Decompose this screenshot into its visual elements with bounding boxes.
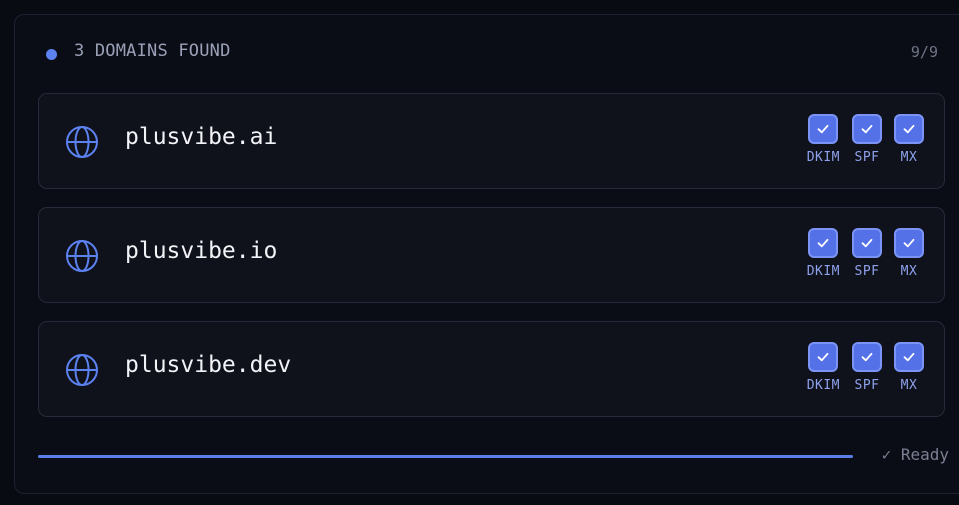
check-spf: SPF [852,114,882,165]
checkmark-icon [894,228,924,258]
checkmark-icon [808,114,839,144]
checkmark-icon [852,228,882,258]
domain-name: plusvibe.io [125,238,278,264]
check-label: DKIM [806,378,840,393]
check-mx: MX [894,114,924,165]
domains-found-title: 3 DOMAINS FOUND [74,41,231,61]
check-label: MX [900,264,918,279]
check-label: DKIM [806,264,840,279]
domain-name: plusvibe.ai [125,124,278,150]
progress-fill [38,455,853,458]
globe-icon [65,353,99,387]
record-checks: DKIM SPF MX [807,342,924,393]
check-spf: SPF [852,228,882,279]
domain-card[interactable]: plusvibe.io DKIM SPF MX [38,207,945,303]
progress-bar [38,455,853,458]
checkmark-icon [852,342,882,372]
domain-card[interactable]: plusvibe.dev DKIM SPF MX [38,321,945,417]
checkmark-icon [852,114,882,144]
check-label: SPF [854,378,880,393]
record-checks: DKIM SPF MX [807,228,924,279]
globe-icon [65,239,99,273]
checkmark-icon [808,228,839,258]
check-label: MX [900,378,918,393]
scan-footer: ✓ Ready [38,443,949,467]
check-label: SPF [854,150,880,165]
status-dot-icon [46,49,57,60]
domain-scan-panel: 3 DOMAINS FOUND 9/9 plusvibe.ai DKIM SPF… [14,14,959,494]
domain-name: plusvibe.dev [125,352,292,378]
checkmark-icon [894,114,924,144]
checkmark-icon [808,342,839,372]
check-label: DKIM [806,150,840,165]
check-dkim: DKIM [807,228,840,279]
check-label: MX [900,150,918,165]
ready-status: ✓ Ready [881,445,949,464]
check-dkim: DKIM [807,114,840,165]
domain-card[interactable]: plusvibe.ai DKIM SPF MX [38,93,945,189]
check-count: 9/9 [910,43,938,61]
checkmark-icon [894,342,924,372]
check-dkim: DKIM [807,342,840,393]
domain-list: plusvibe.ai DKIM SPF MX plusvibe.io DKIM… [38,93,945,435]
panel-header: 3 DOMAINS FOUND 9/9 [15,15,959,91]
globe-icon [65,125,99,159]
check-label: SPF [854,264,880,279]
check-mx: MX [894,228,924,279]
check-mx: MX [894,342,924,393]
record-checks: DKIM SPF MX [807,114,924,165]
check-spf: SPF [852,342,882,393]
